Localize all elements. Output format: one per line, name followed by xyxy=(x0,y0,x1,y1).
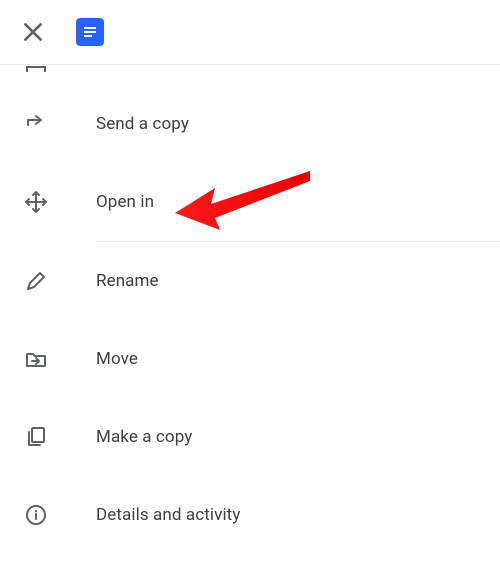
menu-item-details[interactable]: Details and activity xyxy=(0,476,500,554)
menu-item-make-copy[interactable]: Make a copy xyxy=(0,398,500,476)
info-icon xyxy=(24,503,48,527)
menu-label: Make a copy xyxy=(96,427,192,447)
move-icon xyxy=(24,347,48,371)
menu-label: Rename xyxy=(96,271,159,291)
close-button[interactable] xyxy=(20,19,46,45)
menu-label: Details and activity xyxy=(96,505,241,525)
menu-label: Open in xyxy=(96,192,154,212)
menu-item-move[interactable]: Move xyxy=(0,320,500,398)
close-icon xyxy=(20,19,46,45)
send-icon xyxy=(24,112,48,136)
action-menu: . Send a copy Open in Rename xyxy=(0,65,500,554)
menu-item-rename[interactable]: Rename xyxy=(0,242,500,320)
docs-logo xyxy=(76,18,104,46)
menu-label: Move xyxy=(96,349,138,369)
menu-item-partial[interactable]: . xyxy=(0,65,500,85)
rename-icon xyxy=(24,269,48,293)
partial-icon xyxy=(24,65,48,83)
menu-item-open-in[interactable]: Open in xyxy=(0,163,500,241)
menu-item-send-copy[interactable]: Send a copy xyxy=(0,85,500,163)
menu-label: Send a copy xyxy=(96,114,189,134)
header-bar xyxy=(0,0,500,65)
docs-icon xyxy=(82,24,98,40)
open-in-icon xyxy=(24,190,48,214)
copy-icon xyxy=(24,425,48,449)
